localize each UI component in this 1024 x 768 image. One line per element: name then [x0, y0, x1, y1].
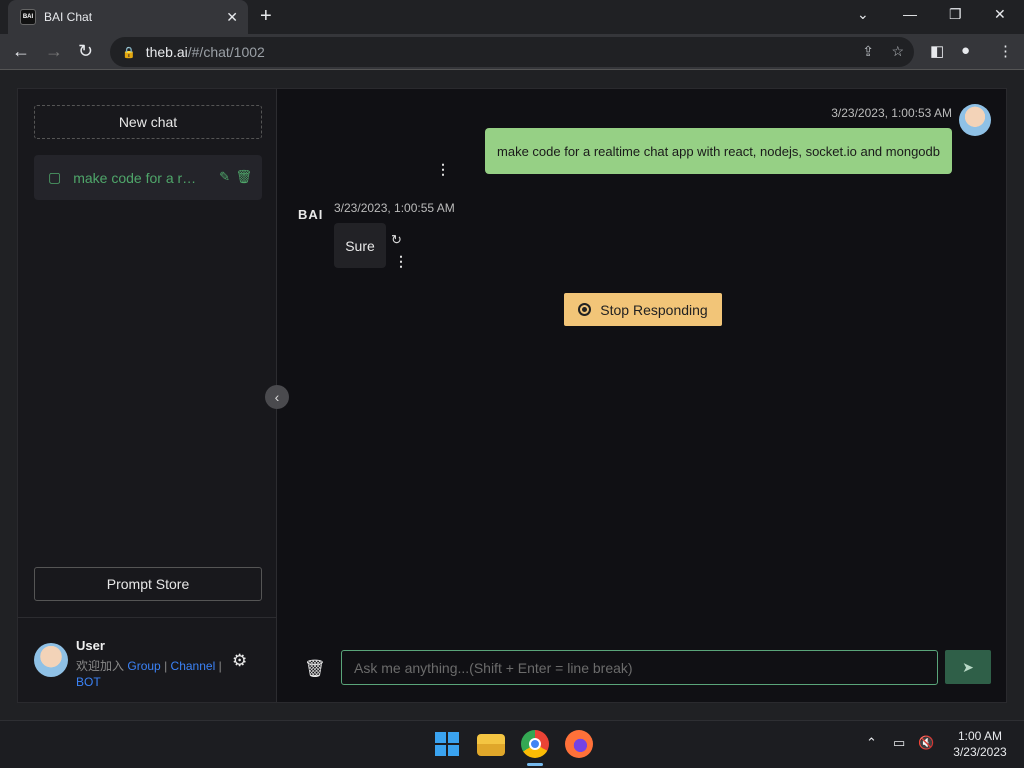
bot-message-bubble: Sure	[334, 223, 386, 268]
side-panel-icon[interactable]: ◧	[930, 42, 944, 60]
browser-titlebar: BAI BAI Chat ✕ + ⌄ — ❐ ✕	[0, 0, 1024, 34]
lock-icon: 🔒	[122, 46, 136, 59]
minimize-icon[interactable]: —	[903, 6, 917, 22]
bai-logo: BAI	[298, 207, 324, 222]
system-clock[interactable]: 1:00 AM 3/23/2023	[946, 728, 1014, 760]
browser-toolbar: ← → ↻ 🔒 theb.ai /#/chat/1002 ⇪ ☆ ◧ ● ⋮	[0, 34, 1024, 70]
edit-icon[interactable]: ✎	[219, 169, 230, 185]
clear-chat-icon[interactable]: 🗑	[304, 659, 326, 679]
user-message-timestamp: 3/23/2023, 1:00:53 AM	[831, 106, 952, 120]
volume-muted-icon[interactable]: 🔇	[918, 735, 934, 751]
user-name: User	[76, 638, 105, 653]
taskbar: ⌃ ▭ 🔇 1:00 AM 3/23/2023	[0, 720, 1024, 768]
regenerate-icon[interactable]: ↻	[391, 232, 402, 248]
message-input[interactable]	[341, 650, 938, 685]
new-chat-button[interactable]: New chat	[34, 105, 262, 139]
windows-start-icon[interactable]	[433, 730, 461, 758]
browser-tab[interactable]: BAI BAI Chat ✕	[8, 0, 248, 34]
clock-time: 1:00 AM	[957, 729, 1003, 743]
new-tab-icon[interactable]: +	[260, 5, 272, 28]
user-message-avatar	[959, 104, 991, 136]
menu-kebab-icon[interactable]: ⋮	[998, 42, 1013, 60]
address-bar[interactable]: 🔒 theb.ai /#/chat/1002 ⇪ ☆	[110, 37, 914, 67]
active-app-indicator	[527, 763, 543, 766]
tab-search-icon[interactable]: ⌄	[857, 6, 869, 23]
bot-message-timestamp: 3/23/2023, 1:00:55 AM	[334, 201, 455, 215]
channel-link[interactable]: Channel	[171, 659, 216, 673]
chevron-up-icon[interactable]: ⌃	[866, 735, 877, 751]
chat-bubble-icon: ▢	[48, 169, 62, 185]
stop-responding-button[interactable]: Stop Responding	[564, 293, 722, 326]
stop-label: Stop Responding	[600, 301, 708, 318]
prompt-store-button[interactable]: Prompt Store	[34, 567, 262, 601]
close-window-icon[interactable]: ✕	[994, 6, 1006, 23]
link-separator: |	[164, 659, 168, 673]
tab-title: BAI Chat	[44, 10, 93, 24]
url-host: theb.ai	[145, 44, 188, 60]
url-path: /#/chat/1002	[187, 44, 265, 60]
stop-icon	[578, 303, 592, 316]
firefox-icon[interactable]	[565, 730, 593, 758]
message-options-icon[interactable]: ⋮	[436, 161, 450, 178]
bookmark-star-icon[interactable]: ☆	[891, 43, 904, 60]
history-item-label: make code for a realtime chat app with r…	[73, 169, 201, 186]
chrome-icon[interactable]	[521, 730, 549, 758]
network-icon[interactable]: ▭	[893, 735, 905, 751]
user-footer: User 欢迎加入 Group | Channel | BOT ⚙	[18, 617, 276, 702]
send-icon: ➤	[962, 658, 974, 675]
user-message-bubble: make code for a realtime chat app with r…	[485, 128, 952, 174]
profile-icon[interactable]: ●	[961, 42, 970, 59]
join-prefix: 欢迎加入	[76, 659, 125, 673]
link-separator: |	[218, 659, 222, 673]
share-icon[interactable]: ⇪	[862, 43, 874, 60]
page-viewport: New chat ▢ make code for a realtime chat…	[0, 71, 1024, 720]
send-button[interactable]: ➤	[945, 650, 991, 684]
clock-date: 3/23/2023	[953, 745, 1007, 759]
settings-gear-icon[interactable]: ⚙	[232, 651, 247, 671]
back-icon[interactable]: ←	[12, 41, 30, 62]
chat-panel: 3/23/2023, 1:00:53 AM make code for a re…	[278, 89, 1007, 702]
message-options-icon[interactable]: ⋮	[394, 253, 408, 270]
close-tab-icon[interactable]: ✕	[226, 9, 238, 26]
file-explorer-icon[interactable]	[477, 734, 505, 756]
user-avatar	[34, 643, 68, 677]
history-item[interactable]: ▢ make code for a realtime chat app with…	[34, 155, 262, 200]
forward-icon[interactable]: →	[45, 41, 63, 62]
group-link[interactable]: Group	[127, 659, 160, 673]
sidebar: New chat ▢ make code for a realtime chat…	[18, 89, 277, 702]
reload-icon[interactable]: ↻	[78, 41, 93, 62]
chat-app: New chat ▢ make code for a realtime chat…	[17, 88, 1007, 703]
bot-link[interactable]: BOT	[76, 675, 101, 689]
delete-icon[interactable]: 🗑	[235, 169, 252, 185]
bai-favicon-icon: BAI	[20, 9, 36, 25]
join-links: 欢迎加入 Group | Channel | BOT	[76, 658, 226, 690]
restore-icon[interactable]: ❐	[949, 6, 962, 23]
